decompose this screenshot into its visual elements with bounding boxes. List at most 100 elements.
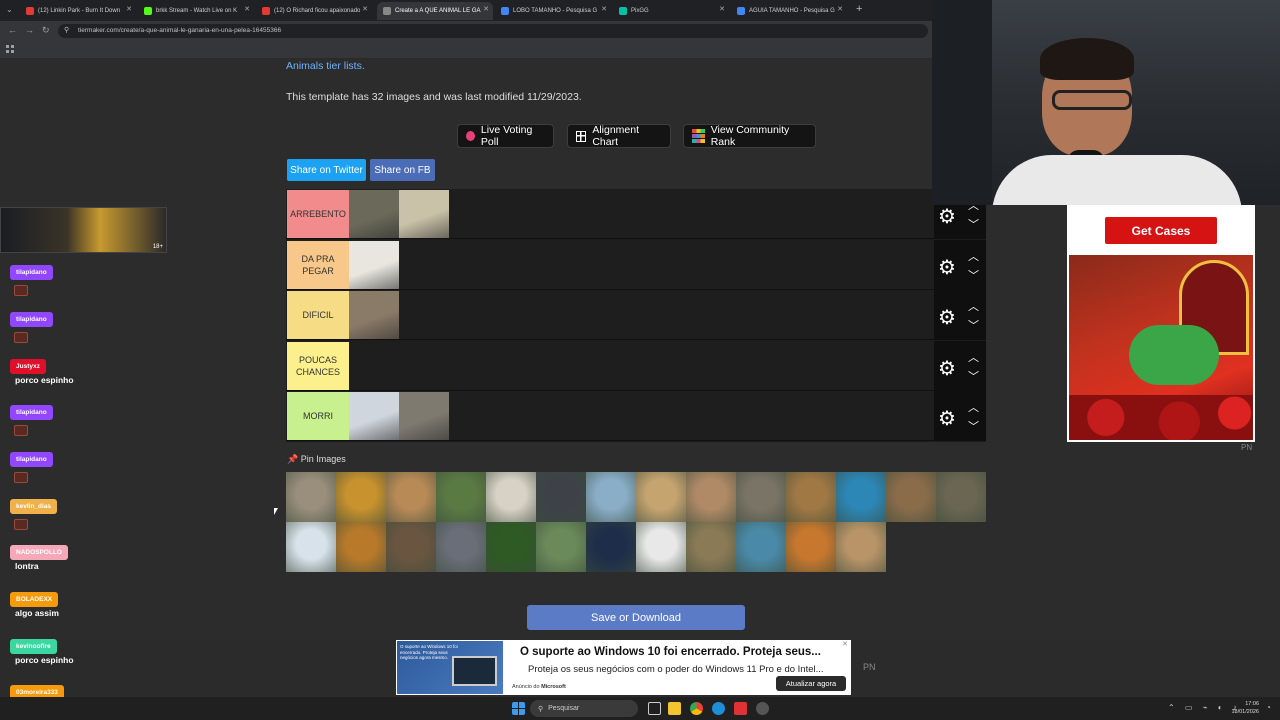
pool-image[interactable] (586, 472, 636, 522)
share-fb-button[interactable]: Share on FB (370, 159, 435, 181)
pool-image[interactable] (686, 522, 736, 572)
settings-gear-icon[interactable]: ⚙ (938, 305, 956, 330)
tier-image[interactable] (399, 392, 449, 440)
view-community-rank-button[interactable]: View Community Rank (683, 124, 816, 148)
share-twitter-button[interactable]: Share on Twitter (287, 159, 366, 181)
tier-image[interactable] (349, 291, 399, 339)
tier-label[interactable]: POUCAS CHANCES (287, 341, 349, 390)
tier-image[interactable] (399, 190, 449, 238)
mouse-cursor-icon (274, 508, 278, 515)
pool-image[interactable] (686, 472, 736, 522)
tier-label[interactable]: DIFICIL (287, 291, 349, 339)
pool-image[interactable] (736, 522, 786, 572)
reload-icon[interactable]: ↻ (42, 25, 50, 36)
alignment-chart-button[interactable]: Alignment Chart (567, 124, 671, 148)
chrome-icon[interactable] (690, 702, 703, 715)
browser-tab[interactable]: LOBO TAMANHO - Pesquisa G ✕ (495, 2, 611, 20)
tab-close-icon[interactable]: ✕ (601, 5, 607, 13)
pool-image[interactable] (836, 522, 886, 572)
tab-close-icon[interactable]: ✕ (837, 5, 843, 13)
tab-close-icon[interactable]: ✕ (719, 5, 725, 13)
url-field[interactable]: ⚲ tiermaker.com/create/a-que-animal-le-g… (58, 24, 928, 38)
tab-close-icon[interactable]: ✕ (483, 5, 489, 13)
settings-gear-icon[interactable]: ⚙ (938, 204, 956, 229)
pool-image[interactable] (336, 472, 386, 522)
move-up-icon[interactable]: ︿ (968, 349, 979, 365)
live-voting-poll-button[interactable]: Live Voting Poll (457, 124, 554, 148)
pool-image[interactable] (286, 522, 336, 572)
windows-ad[interactable]: O suporte ao Windows 10 foi encerrado. P… (396, 640, 851, 695)
move-down-icon[interactable]: ﹀ (968, 317, 979, 333)
pool-image[interactable] (436, 522, 486, 572)
animals-tier-lists-link[interactable]: Animals tier lists. (286, 60, 365, 72)
pool-image[interactable] (786, 522, 836, 572)
tier-label[interactable]: ARREBENTO (287, 190, 349, 238)
taskbar-search[interactable]: ⚲ Pesquisar (530, 700, 638, 717)
apps-icon[interactable] (6, 45, 14, 53)
pool-image[interactable] (486, 472, 536, 522)
pool-image[interactable] (636, 472, 686, 522)
move-up-icon[interactable]: ︿ (968, 248, 979, 264)
chat-emote-icon (14, 425, 28, 436)
clock[interactable]: 17:06 18/01/2026 (1227, 700, 1259, 716)
new-tab-button[interactable]: + (856, 3, 862, 15)
pool-image[interactable] (886, 472, 936, 522)
windows-start-icon[interactable] (512, 702, 525, 715)
site-info-icon[interactable]: ⚲ (64, 24, 69, 38)
browser-tab[interactable]: (12) Linkin Park - Burn It Down ✕ (20, 2, 136, 20)
move-up-icon[interactable]: ︿ (968, 399, 979, 415)
move-down-icon[interactable]: ﹀ (968, 418, 979, 434)
tab-close-icon[interactable]: ✕ (244, 5, 250, 13)
browser-tab[interactable]: Create a A QUE ANIMAL LE GA ✕ (377, 2, 493, 20)
settings-gear-icon[interactable]: ⚙ (938, 356, 956, 381)
move-down-icon[interactable]: ﹀ (968, 368, 979, 384)
tier-row: DA PRA PEGAR ⚙ ︿ ﹀ (286, 239, 986, 290)
pool-image[interactable] (386, 522, 436, 572)
edge-icon[interactable] (712, 702, 725, 715)
ad-title: O suporte ao Windows 10 foi encerrado. P… (520, 646, 821, 658)
pool-image[interactable] (536, 472, 586, 522)
pool-image[interactable] (286, 472, 336, 522)
pool-image[interactable] (336, 522, 386, 572)
tier-label[interactable]: MORRI (287, 392, 349, 440)
notification-icon[interactable]: ◔ (1266, 703, 1271, 712)
move-down-icon[interactable]: ﹀ (968, 216, 979, 232)
tab-close-icon[interactable]: ✕ (126, 5, 132, 13)
pool-image[interactable] (736, 472, 786, 522)
ad-close-icon[interactable]: ✕ (842, 640, 848, 648)
browser-tab[interactable]: (12) O Richard ficou apaixonado ✕ (256, 2, 372, 20)
obs-icon[interactable] (756, 702, 769, 715)
pool-image[interactable] (386, 472, 436, 522)
tab-menu-icon[interactable]: ⌄ (6, 5, 13, 14)
pool-image[interactable] (486, 522, 536, 572)
settings-gear-icon[interactable]: ⚙ (938, 406, 956, 431)
browser-tab[interactable]: brkk Stream - Watch Live on K ✕ (138, 2, 254, 20)
browser-tab[interactable]: AGUIA TAMANHO - Pesquisa G ✕ (731, 2, 847, 20)
move-up-icon[interactable]: ︿ (968, 298, 979, 314)
pool-image[interactable] (636, 522, 686, 572)
back-icon[interactable]: ← (8, 25, 17, 35)
pool-image[interactable] (436, 472, 486, 522)
file-explorer-icon[interactable] (668, 702, 681, 715)
tier-image[interactable] (349, 240, 399, 289)
get-cases-button[interactable]: Get Cases (1105, 217, 1217, 244)
move-down-icon[interactable]: ﹀ (968, 267, 979, 283)
tier-label[interactable]: DA PRA PEGAR (287, 240, 349, 289)
save-download-button[interactable]: Save or Download (527, 605, 745, 630)
pool-image[interactable] (586, 522, 636, 572)
tier-image[interactable] (349, 392, 399, 440)
pool-image[interactable] (936, 472, 986, 522)
tier-image[interactable] (349, 190, 399, 238)
pool-image[interactable] (536, 522, 586, 572)
cases-ad[interactable]: Get Cases (1067, 205, 1255, 442)
tab-close-icon[interactable]: ✕ (362, 5, 368, 13)
pool-image[interactable] (786, 472, 836, 522)
app-icon-red[interactable] (734, 702, 747, 715)
pin-images-label[interactable]: 📌 Pin Images (287, 454, 346, 465)
browser-tab[interactable]: PixGG ✕ (613, 2, 729, 20)
forward-icon[interactable]: → (25, 25, 34, 35)
update-now-button[interactable]: Atualizar agora (776, 676, 846, 691)
pool-image[interactable] (836, 472, 886, 522)
task-view-icon[interactable] (648, 702, 661, 715)
settings-gear-icon[interactable]: ⚙ (938, 255, 956, 280)
